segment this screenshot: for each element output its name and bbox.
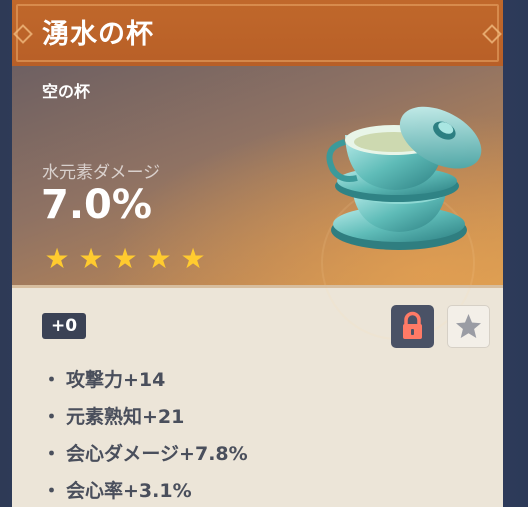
substat-row: ・攻撃力+14 (42, 365, 248, 402)
main-stat-label: 水元素ダメージ (42, 163, 161, 183)
section-divider (12, 285, 503, 288)
star-icon (42, 244, 72, 274)
artifact-card: 湧水の杯 空の杯 水元素ダメージ 7.0% ★ ★ ★ ★ ★ +0 ・ 攻撃力… (12, 0, 503, 507)
teacup-icon (326, 106, 482, 250)
substat-bullet: ・ (42, 443, 62, 465)
substat-text: 攻撃力+14 (66, 369, 166, 391)
star-icon (144, 244, 174, 274)
star-icon (110, 244, 140, 274)
lock-icon (403, 311, 422, 339)
star-icon (76, 244, 106, 274)
substat-list: ・攻撃力+14 ・元素熟知+21 ・会心ダメージ+7.8% ・会心率+3.1% (42, 365, 248, 507)
artifact-slot: 空の杯 (42, 82, 91, 101)
main-stat-value: 7.0% (41, 182, 152, 228)
artifact-header: 湧水の杯 (12, 0, 503, 66)
star-icon (456, 314, 481, 338)
level-badge: +0 (42, 313, 87, 339)
star-icon (178, 244, 208, 274)
substat-text: 会心率+3.1% (66, 480, 192, 502)
lock-button[interactable] (391, 305, 434, 348)
rarity-stars (42, 244, 208, 274)
favorite-button[interactable] (447, 305, 490, 348)
substat-bullet: ・ (42, 480, 62, 502)
substat-row: ・元素熟知+21 (42, 402, 248, 439)
substat-row: ・会心ダメージ+7.8% (42, 439, 248, 476)
substat-row: ・会心率+3.1% (42, 476, 248, 507)
artifact-name: 湧水の杯 (42, 19, 154, 50)
substat-bullet: ・ (42, 369, 62, 391)
substat-text: 元素熟知+21 (66, 406, 185, 428)
substat-text: 会心ダメージ+7.8% (66, 443, 248, 465)
substat-bullet: ・ (42, 406, 62, 428)
